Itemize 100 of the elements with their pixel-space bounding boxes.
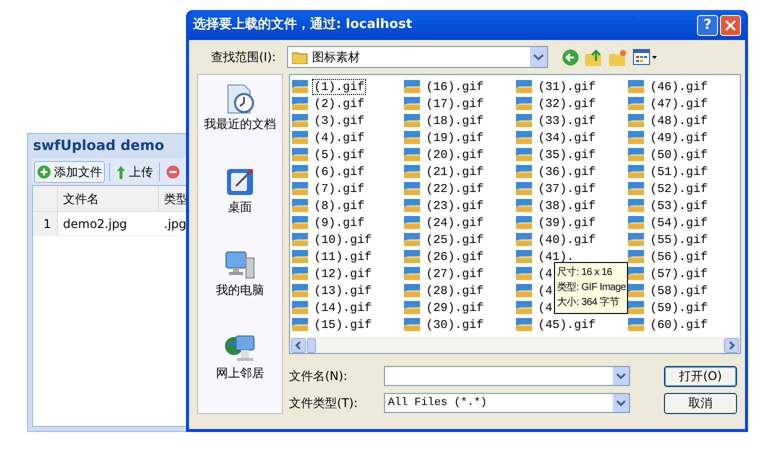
file-name[interactable]: (12).gif [312,266,374,282]
file-name[interactable]: (35).gif [536,146,598,162]
file-name[interactable]: (10).gif [312,232,374,248]
file-name[interactable]: (19).gif [424,130,486,146]
file-name[interactable]: (5).gif [312,146,366,162]
file-name[interactable]: (15).gif [312,316,374,332]
tooltip-line: 大小: 364 字节 [557,296,620,310]
file-name[interactable]: (39).gif [536,214,598,230]
file-name[interactable]: (40).gif [536,232,598,248]
file-name[interactable]: (11).gif [312,248,374,264]
file-name[interactable]: (54).gif [648,214,710,230]
file-name[interactable]: (59).gif [648,300,710,316]
file-name[interactable]: (28).gif [424,282,486,298]
image-file-icon [292,97,308,110]
file-name[interactable]: (21).gif [424,164,486,180]
file-name[interactable]: (37).gif [536,180,598,196]
file-name[interactable]: (4 [536,300,554,316]
close-icon [725,20,736,30]
file-name[interactable]: (7).gif [312,180,366,196]
file-name[interactable]: (24).gif [424,214,486,230]
open-button[interactable]: 打开(O) [664,366,737,387]
file-name[interactable]: (18).gif [424,112,486,128]
file-name[interactable]: (25).gif [424,232,486,248]
file-name[interactable]: (34).gif [536,130,598,146]
file-name[interactable]: (53).gif [648,198,710,214]
scroll-thumb[interactable] [307,338,316,353]
file-name[interactable]: (1).gif [312,78,366,94]
file-name[interactable]: (26).gif [424,248,486,264]
file-name[interactable]: (33).gif [536,112,598,128]
horizontal-scrollbar[interactable] [289,337,741,354]
view-menu-icon[interactable] [633,49,657,65]
scroll-left-icon[interactable] [291,338,306,353]
image-file-icon [404,131,420,144]
file-name[interactable]: (31).gif [536,78,598,94]
file-name[interactable]: (51).gif [648,164,710,180]
file-name[interactable]: (3).gif [312,112,366,128]
image-file-icon [404,199,420,212]
file-name[interactable]: (4).gif [312,130,366,146]
desktop-icon [224,166,256,198]
add-button[interactable]: 添加文件 [34,160,105,182]
file-name[interactable]: (17).gif [424,96,486,112]
image-file-icon [516,182,532,195]
file-name[interactable]: (57).gif [648,266,710,282]
file-name[interactable]: (58).gif [648,282,710,298]
file-name[interactable]: (41). [536,248,576,264]
places-item[interactable]: 桌面 [198,164,282,244]
file-name[interactable]: (14).gif [312,300,374,316]
file-name[interactable]: (13).gif [312,282,374,298]
places-item[interactable]: 我的电脑 [198,247,282,327]
remove-icon [166,164,180,178]
file-name[interactable]: (50).gif [648,146,710,162]
file-name[interactable]: (4 [536,282,554,298]
places-item[interactable]: 网上邻居 [198,330,282,410]
file-name[interactable]: (8).gif [312,198,366,214]
places-item[interactable]: 我最近的文档 [198,81,282,161]
file-name-field[interactable] [384,366,630,386]
help-button[interactable]: ? [697,14,718,36]
file-name[interactable]: (52).gif [648,180,710,196]
image-file-icon [516,165,532,178]
column-header[interactable]: 文件名 [58,186,159,211]
file-name[interactable]: (29).gif [424,300,486,316]
new-folder-icon[interactable] [609,48,627,66]
file-name[interactable]: (55).gif [648,232,710,248]
up-folder-icon[interactable] [585,48,603,66]
file-name[interactable]: (27).gif [424,266,486,282]
file-type-value: All Files (*.*) [387,396,488,411]
file-name[interactable]: (22).gif [424,180,486,196]
file-name[interactable]: (47).gif [648,96,710,112]
file-name[interactable]: (60).gif [648,316,710,332]
image-file-icon [628,80,644,93]
file-name[interactable]: (48).gif [648,112,710,128]
image-file-icon [628,301,644,314]
file-name[interactable]: (38).gif [536,198,598,214]
file-name[interactable]: (23).gif [424,198,486,214]
file-name[interactable]: (20).gif [424,146,486,162]
file-name[interactable]: (2).gif [312,96,366,112]
cancel-button[interactable]: 取消 [664,392,737,414]
file-name[interactable]: (4 [536,266,554,282]
upload-button[interactable]: 上传 [114,160,155,182]
close-button[interactable] [720,14,741,36]
file-name[interactable]: (36).gif [536,164,598,180]
image-file-icon [292,267,308,280]
file-name[interactable]: (9).gif [312,214,366,230]
row-number: 1 [33,212,58,236]
image-file-icon [516,97,532,110]
image-file-icon [516,199,532,212]
add-icon [37,164,51,178]
file-name[interactable]: (46).gif [648,78,710,94]
look-in-dropdown[interactable]: 图标素材 [287,46,548,68]
file-name[interactable]: (45).gif [536,316,598,332]
file-type-dropdown[interactable]: All Files (*.*) [384,393,630,414]
scroll-right-icon[interactable] [724,338,739,353]
image-file-icon [628,318,644,331]
file-name[interactable]: (56).gif [648,248,710,264]
file-name[interactable]: (49).gif [648,130,710,146]
file-name[interactable]: (16).gif [424,78,486,94]
image-file-icon [628,148,644,161]
file-name[interactable]: (32).gif [536,96,598,112]
file-name[interactable]: (30).gif [424,316,486,332]
file-name[interactable]: (6).gif [312,164,366,180]
